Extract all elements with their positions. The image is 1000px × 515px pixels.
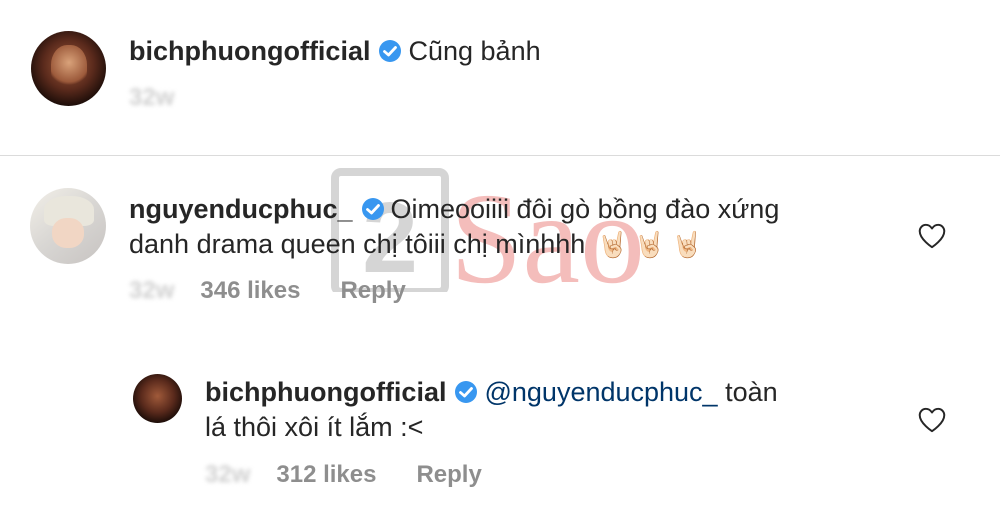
- comment-meta: 32w 312 likes Reply: [205, 461, 482, 489]
- comment-text-line2: danh drama queen chị tôiii chị mìnhhh 🤘🏻🤘…: [129, 227, 709, 262]
- username[interactable]: bichphuongofficial: [129, 36, 370, 66]
- comment-body-line1: Oimeooiiii đôi gò bồng đào xứng: [390, 194, 780, 224]
- verified-badge-icon: [361, 198, 384, 220]
- divider: [0, 155, 1000, 156]
- username[interactable]: nguyenducphuc_: [129, 194, 353, 224]
- avatar[interactable]: [31, 31, 106, 106]
- likes-count[interactable]: 312 likes: [276, 461, 376, 488]
- comment-body-line2: danh drama queen chị tôiii chị mìnhhh: [129, 229, 586, 259]
- avatar[interactable]: [30, 188, 106, 264]
- comment-meta: 32w 346 likes Reply: [129, 277, 406, 305]
- heart-outline-icon[interactable]: [917, 406, 947, 433]
- comment-text-line2: lá thôi xôi ít lắm :<: [205, 410, 423, 444]
- rock-hand-emoji: 🤘🏻🤘🏻🤘🏻: [597, 231, 709, 259]
- reply-button[interactable]: Reply: [416, 461, 481, 488]
- comment-body: Cũng bảnh: [408, 36, 541, 66]
- timestamp[interactable]: 32w: [129, 277, 174, 304]
- comment-text: bichphuongofficial Cũng bảnh: [129, 34, 541, 68]
- username[interactable]: bichphuongofficial: [205, 377, 446, 407]
- verified-badge-icon: [379, 40, 402, 62]
- comment-text: bichphuongofficial @nguyenducphuc_ toàn: [205, 375, 778, 409]
- comment-meta: 32w: [129, 84, 200, 112]
- avatar[interactable]: [133, 374, 182, 423]
- comment-body-line2: lá thôi xôi ít lắm :<: [205, 412, 424, 442]
- reply-button[interactable]: Reply: [340, 277, 405, 304]
- comment-body-line1: toàn: [725, 377, 778, 407]
- heart-outline-icon[interactable]: [917, 222, 947, 249]
- likes-count[interactable]: 346 likes: [200, 277, 300, 304]
- timestamp[interactable]: 32w: [129, 84, 174, 111]
- comment-text: nguyenducphuc_ Oimeooiiii đôi gò bồng đào…: [129, 192, 779, 226]
- timestamp[interactable]: 32w: [205, 461, 250, 488]
- mention-link[interactable]: @nguyenducphuc_: [484, 377, 717, 407]
- verified-badge-icon: [455, 381, 478, 403]
